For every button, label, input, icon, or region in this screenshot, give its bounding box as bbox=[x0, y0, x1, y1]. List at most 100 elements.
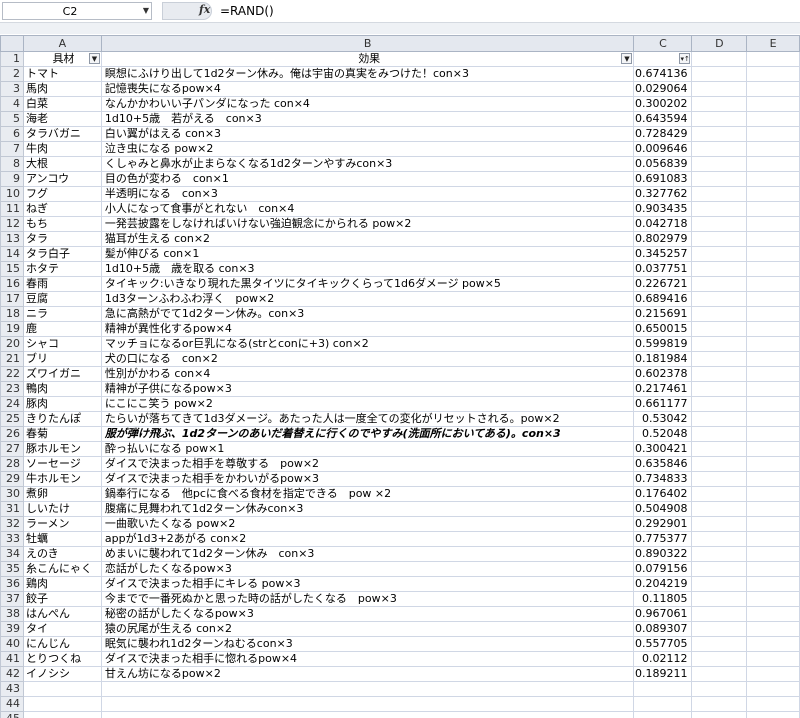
cell[interactable] bbox=[691, 696, 748, 712]
row-header[interactable]: 1 bbox=[0, 51, 24, 67]
effect-cell[interactable]: にこにこ笑う pow×2 bbox=[100, 396, 635, 412]
ingredient-cell[interactable] bbox=[22, 696, 102, 712]
row-header[interactable]: 10 bbox=[0, 186, 24, 202]
cell[interactable] bbox=[691, 636, 748, 652]
effect-cell[interactable]: 甘えん坊になるpow×2 bbox=[100, 666, 635, 682]
ingredient-cell[interactable]: 鹿 bbox=[22, 321, 102, 337]
rand-value-cell[interactable]: 0.079156 bbox=[633, 561, 693, 577]
cell[interactable] bbox=[691, 291, 748, 307]
row-header[interactable]: 20 bbox=[0, 336, 24, 352]
cell[interactable] bbox=[691, 681, 748, 697]
cell[interactable] bbox=[691, 456, 748, 472]
cell[interactable] bbox=[691, 231, 748, 247]
rand-value-cell[interactable]: 0.042718 bbox=[633, 216, 693, 232]
effect-cell[interactable]: 秘密の話がしたくなるpow×3 bbox=[100, 606, 635, 622]
effect-cell[interactable]: 猿の尻尾が生える con×2 bbox=[100, 621, 635, 637]
rand-value-cell[interactable]: 0.967061 bbox=[633, 606, 693, 622]
ingredient-cell[interactable]: 餃子 bbox=[22, 591, 102, 607]
ingredient-cell[interactable]: ホタテ bbox=[22, 261, 102, 277]
ingredient-cell[interactable]: ブリ bbox=[22, 351, 102, 367]
effect-cell[interactable]: 1d10+5歳 歳を取る con×3 bbox=[100, 261, 635, 277]
formula-input[interactable]: =RAND() bbox=[220, 4, 274, 18]
cell[interactable] bbox=[746, 381, 800, 397]
effect-cell[interactable]: ダイスで決まった相手をかわいがるpow×3 bbox=[100, 471, 635, 487]
ingredient-cell[interactable]: 牛ホルモン bbox=[22, 471, 102, 487]
row-header[interactable]: 17 bbox=[0, 291, 24, 307]
cell[interactable] bbox=[691, 576, 748, 592]
rand-value-cell[interactable]: 0.775377 bbox=[633, 531, 693, 547]
cell[interactable] bbox=[746, 396, 800, 412]
cell[interactable] bbox=[746, 696, 800, 712]
cell[interactable] bbox=[691, 261, 748, 277]
rand-value-cell[interactable]: 0.802979 bbox=[633, 231, 693, 247]
cell[interactable] bbox=[691, 501, 748, 517]
rand-value-cell[interactable] bbox=[633, 711, 693, 718]
row-header[interactable]: 44 bbox=[0, 696, 24, 712]
column-header-e[interactable]: E bbox=[746, 35, 800, 52]
cell[interactable] bbox=[691, 201, 748, 217]
ingredient-cell[interactable]: タイ bbox=[22, 621, 102, 637]
cell[interactable] bbox=[691, 531, 748, 547]
row-header[interactable]: 29 bbox=[0, 471, 24, 487]
effect-cell[interactable]: タイキック:いきなり現れた黒タイツにタイキックくらって1d6ダメージ pow×5 bbox=[100, 276, 635, 292]
ingredient-cell[interactable] bbox=[22, 681, 102, 697]
row-header[interactable]: 34 bbox=[0, 546, 24, 562]
cell[interactable] bbox=[691, 486, 748, 502]
ingredient-cell[interactable]: えのき bbox=[22, 546, 102, 562]
cell[interactable] bbox=[691, 591, 748, 607]
effect-cell[interactable]: 鍋奉行になる 他pcに食べる食材を指定できる pow ×2 bbox=[100, 486, 635, 502]
row-header[interactable]: 35 bbox=[0, 561, 24, 577]
cell[interactable] bbox=[746, 666, 800, 682]
cell[interactable] bbox=[746, 456, 800, 472]
cell[interactable] bbox=[691, 606, 748, 622]
row-header[interactable]: 37 bbox=[0, 591, 24, 607]
rand-value-cell[interactable]: 0.176402 bbox=[633, 486, 693, 502]
rand-value-cell[interactable]: 0.089307 bbox=[633, 621, 693, 637]
effect-cell[interactable]: めまいに襲われて1d2ターン休み con×3 bbox=[100, 546, 635, 562]
cell[interactable] bbox=[746, 351, 800, 367]
header-cell-rand[interactable]: ▾↑ bbox=[633, 51, 693, 67]
rand-value-cell[interactable]: 0.204219 bbox=[633, 576, 693, 592]
rand-value-cell[interactable]: 0.300202 bbox=[633, 96, 693, 112]
cell[interactable] bbox=[691, 171, 748, 187]
rand-value-cell[interactable]: 0.661177 bbox=[633, 396, 693, 412]
effect-cell[interactable]: なんかかわいい子パンダになった con×4 bbox=[100, 96, 635, 112]
cell[interactable] bbox=[691, 186, 748, 202]
row-header[interactable]: 19 bbox=[0, 321, 24, 337]
cell[interactable] bbox=[691, 351, 748, 367]
effect-cell[interactable]: 1d3ターンふわふわ浮く pow×2 bbox=[100, 291, 635, 307]
effect-cell[interactable]: 腹痛に見舞われて1d2ターン休みcon×3 bbox=[100, 501, 635, 517]
ingredient-cell[interactable]: 豚ホルモン bbox=[22, 441, 102, 457]
cell[interactable] bbox=[746, 636, 800, 652]
cell[interactable] bbox=[691, 141, 748, 157]
rand-value-cell[interactable]: 0.189211 bbox=[633, 666, 693, 682]
cell[interactable] bbox=[746, 246, 800, 262]
cell[interactable] bbox=[746, 201, 800, 217]
rand-value-cell[interactable]: 0.327762 bbox=[633, 186, 693, 202]
effect-cell[interactable] bbox=[100, 711, 635, 718]
cell[interactable] bbox=[691, 516, 748, 532]
effect-cell[interactable]: ダイスで決まった相手に惚れるpow×4 bbox=[100, 651, 635, 667]
ingredient-cell[interactable]: トマト bbox=[22, 66, 102, 82]
cell[interactable] bbox=[746, 186, 800, 202]
rand-value-cell[interactable]: 0.734833 bbox=[633, 471, 693, 487]
cell[interactable] bbox=[746, 561, 800, 577]
filter-dropdown-icon[interactable]: ▼ bbox=[88, 53, 100, 64]
cell[interactable] bbox=[746, 141, 800, 157]
row-header[interactable]: 31 bbox=[0, 501, 24, 517]
row-header[interactable]: 27 bbox=[0, 441, 24, 457]
rand-value-cell[interactable]: 0.557705 bbox=[633, 636, 693, 652]
row-header[interactable]: 30 bbox=[0, 486, 24, 502]
effect-cell[interactable]: 白い翼がはえる con×3 bbox=[100, 126, 635, 142]
effect-cell[interactable]: 一発芸披露をしなければいけない強迫観念にかられる pow×2 bbox=[100, 216, 635, 232]
row-header[interactable]: 24 bbox=[0, 396, 24, 412]
rand-value-cell[interactable]: 0.300421 bbox=[633, 441, 693, 457]
header-cell-effect[interactable]: 効果 ▼ bbox=[100, 51, 635, 67]
cell[interactable] bbox=[691, 126, 748, 142]
cell[interactable] bbox=[746, 711, 800, 718]
header-cell-ingredient[interactable]: 具材 ▼ bbox=[22, 51, 102, 67]
rand-value-cell[interactable]: 0.599819 bbox=[633, 336, 693, 352]
cell[interactable] bbox=[746, 411, 800, 427]
rand-value-cell[interactable]: 0.602378 bbox=[633, 366, 693, 382]
ingredient-cell[interactable]: ニラ bbox=[22, 306, 102, 322]
